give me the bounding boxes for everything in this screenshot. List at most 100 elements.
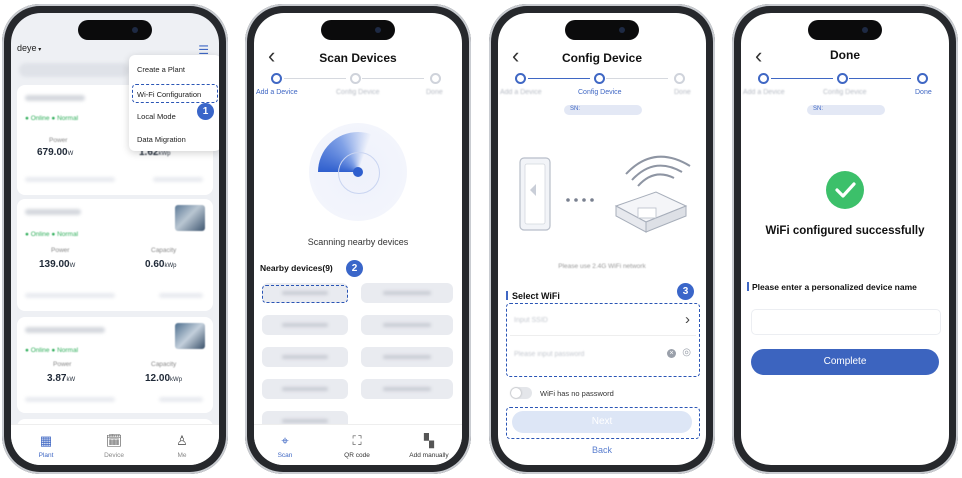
stepper: Add a Device Config Device Done bbox=[254, 73, 462, 113]
no-password-toggle[interactable] bbox=[510, 387, 532, 399]
address-text bbox=[25, 293, 115, 298]
step-badge: 2 bbox=[346, 260, 363, 277]
device-item[interactable] bbox=[361, 315, 453, 335]
password-field[interactable]: Please input password × ◎ bbox=[510, 341, 696, 369]
grid-icon: ▚ bbox=[424, 433, 434, 448]
power-label: Power bbox=[53, 361, 72, 368]
device-item[interactable] bbox=[361, 283, 453, 303]
step-dot-3 bbox=[674, 73, 685, 84]
phone-scan-devices: ‹ Scan Devices Add a Device Config Devic… bbox=[245, 4, 471, 474]
screen: ‹ Done Add a Device Config Device Done S… bbox=[741, 13, 949, 465]
dynamic-island bbox=[808, 20, 882, 40]
power-label: Power bbox=[49, 137, 68, 144]
updated-text bbox=[153, 177, 203, 182]
step-dot-2 bbox=[837, 73, 848, 84]
nav-bar: ‹ Done bbox=[741, 43, 949, 71]
radar-icon bbox=[309, 123, 407, 221]
power-label: Power bbox=[51, 247, 70, 254]
tab-add-manually[interactable]: ▚ Add manually bbox=[404, 433, 454, 459]
step-dot-3 bbox=[917, 73, 928, 84]
menu-item-create-plant[interactable]: Create a Plant bbox=[137, 65, 185, 74]
step-label-done: Done bbox=[426, 89, 443, 96]
user-name: deye bbox=[17, 43, 37, 53]
step-label-config-device: Config Device bbox=[823, 89, 867, 96]
step-line bbox=[606, 78, 668, 79]
step-label-add-device: Add a Device bbox=[500, 89, 542, 96]
step-label-config-device: Config Device bbox=[578, 89, 622, 96]
back-button[interactable]: Back bbox=[498, 445, 706, 455]
no-password-label: WiFi has no password bbox=[540, 389, 614, 398]
highlight-box bbox=[132, 84, 218, 103]
device-name-label: Please enter a personalized device name bbox=[747, 282, 917, 292]
complete-button[interactable]: Complete bbox=[751, 349, 939, 375]
page-title: Config Device bbox=[561, 51, 642, 65]
device-name-input[interactable] bbox=[751, 309, 941, 335]
user-selector[interactable]: deye ▾ bbox=[17, 43, 41, 53]
screen: deye ▾ ☰ ● Online ● Normal Power 679.00W… bbox=[11, 13, 219, 465]
power-value: 3.87kW bbox=[47, 373, 76, 384]
step-label-done: Done bbox=[674, 89, 691, 96]
device-icon: 🗓 bbox=[105, 433, 123, 448]
step-line bbox=[528, 78, 590, 79]
menu-item-local-mode[interactable]: Local Mode bbox=[137, 112, 176, 121]
device-router-illustration bbox=[498, 128, 706, 258]
device-item[interactable] bbox=[262, 315, 348, 335]
section-bar bbox=[747, 282, 749, 291]
page-title: Scan Devices bbox=[319, 51, 397, 65]
tab-scan[interactable]: ⌖ Scan bbox=[260, 433, 310, 459]
serial-number: SN: bbox=[564, 105, 642, 115]
qr-code-icon: ⛶ bbox=[352, 433, 362, 448]
scanning-text: Scanning nearby devices bbox=[307, 237, 409, 247]
section-bar bbox=[506, 291, 508, 300]
step-dot-2 bbox=[350, 73, 361, 84]
eye-icon[interactable]: ◎ bbox=[682, 347, 691, 358]
phone-plant-list: deye ▾ ☰ ● Online ● Normal Power 679.00W… bbox=[2, 4, 228, 474]
wifi-hint: Please use 2.4G WiFi network bbox=[558, 263, 646, 270]
updated-text bbox=[159, 397, 203, 402]
capacity-value: 12.00kWp bbox=[145, 373, 183, 384]
step-dot-1 bbox=[515, 73, 526, 84]
step-dot-3 bbox=[430, 73, 441, 84]
plant-card[interactable]: ● Online ● Normal Power Capacity 139.00W… bbox=[17, 199, 213, 311]
plant-name bbox=[25, 95, 85, 101]
tab-qr-code[interactable]: ⛶ QR code bbox=[332, 433, 382, 459]
phone-config-device: ‹ Config Device Add a Device Config Devi… bbox=[489, 4, 715, 474]
tab-device[interactable]: 🗓 Device bbox=[89, 433, 139, 459]
plant-icon: ▦ bbox=[39, 433, 53, 448]
step-dot-1 bbox=[758, 73, 769, 84]
tab-bar: ▦ Plant 🗓 Device ♙ Me bbox=[11, 424, 219, 465]
device-item[interactable] bbox=[361, 347, 453, 367]
step-label-add-device: Add a Device bbox=[743, 89, 785, 96]
chevron-down-icon: ▾ bbox=[36, 47, 42, 53]
success-check-icon bbox=[826, 171, 864, 209]
success-text: WiFi configured successfully bbox=[765, 225, 925, 237]
device-item[interactable] bbox=[262, 379, 348, 399]
next-button[interactable]: Next bbox=[512, 411, 692, 433]
screen: ‹ Scan Devices Add a Device Config Devic… bbox=[254, 13, 462, 465]
phone-done: ‹ Done Add a Device Config Device Done S… bbox=[732, 4, 958, 474]
screen: ‹ Config Device Add a Device Config Devi… bbox=[498, 13, 706, 465]
plant-name bbox=[25, 327, 105, 333]
status-badge: ● Online ● Normal bbox=[25, 347, 79, 354]
capacity-label: Capacity bbox=[151, 361, 177, 368]
plant-card[interactable]: ● Online ● Normal Power Capacity 3.87kW … bbox=[17, 317, 213, 413]
search-input[interactable] bbox=[19, 63, 129, 77]
user-icon: ♙ bbox=[176, 433, 188, 448]
clear-icon[interactable]: × bbox=[667, 349, 676, 358]
tab-me[interactable]: ♙ Me bbox=[157, 433, 207, 459]
capacity-label: Capacity bbox=[151, 247, 177, 254]
tab-plant[interactable]: ▦ Plant bbox=[21, 433, 71, 459]
page-title: Done bbox=[830, 48, 860, 62]
highlight-box bbox=[262, 285, 348, 303]
step-badge: 1 bbox=[197, 103, 214, 120]
dynamic-island bbox=[321, 20, 395, 40]
tab-bar: ⌖ Scan ⛶ QR code ▚ Add manually bbox=[254, 424, 462, 465]
wifi-select-field[interactable]: Input SSID › bbox=[510, 307, 696, 336]
device-item[interactable] bbox=[262, 347, 348, 367]
plant-thumbnail bbox=[175, 323, 205, 349]
device-item[interactable] bbox=[361, 379, 453, 399]
updated-text bbox=[159, 293, 203, 298]
step-dot-1 bbox=[271, 73, 282, 84]
nav-bar: ‹ Config Device bbox=[498, 43, 706, 71]
menu-item-data-migration[interactable]: Data Migration bbox=[137, 135, 186, 144]
